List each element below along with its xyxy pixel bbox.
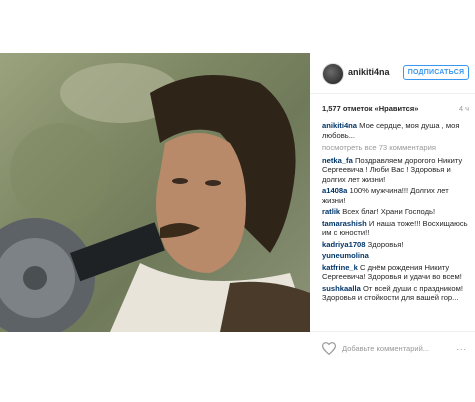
comment: tamarashish И наша тоже!!! Восхищаюсь им… (322, 219, 468, 238)
more-options-icon[interactable]: ... (456, 342, 467, 352)
post-header: anikiti4na ПОДПИСАТЬСЯ (310, 53, 475, 94)
comment-text: Здоровья! (367, 239, 404, 249)
comment: netka_fa Поздравляем дорогого Никиту Сер… (322, 156, 468, 185)
comment: kadriya1708 Здоровья! (322, 240, 468, 250)
comment-user[interactable]: anikiti4na (322, 121, 357, 130)
comment-user[interactable]: yuneumolina (322, 251, 369, 260)
comment-user[interactable]: tamarashish (322, 219, 367, 228)
comment-user[interactable]: ratlik (322, 207, 340, 216)
comment: anikiti4na Мое сердце, моя душа , моя лю… (322, 121, 468, 140)
comment-user[interactable]: katfrine_k (322, 263, 358, 272)
comment-user[interactable]: kadriya1708 (322, 240, 366, 249)
bottom-bar (0, 332, 310, 402)
comment-text: Всех благ! Храни Господь! (342, 207, 436, 216)
post-time: 4 ч (458, 104, 469, 113)
comment-user[interactable]: netka_fa (322, 156, 353, 165)
comment-user[interactable]: a1408a (322, 186, 347, 195)
post-username[interactable]: anikiti4na (348, 67, 390, 77)
avatar[interactable] (322, 63, 344, 85)
post-side-panel: anikiti4na ПОДПИСАТЬСЯ 1,577 отметок «Нр… (310, 53, 475, 402)
follow-button[interactable]: ПОДПИСАТЬСЯ (403, 65, 469, 80)
add-comment-input[interactable]: Добавьте комментарий... (342, 344, 429, 353)
photo-illustration (0, 63, 310, 332)
comment: a1408a 100% мужчина!!! Долгих лет жизни! (322, 186, 468, 205)
likes-count[interactable]: 1,577 отметок «Нравится» (322, 104, 472, 113)
comment-user[interactable]: sushkaalla (322, 284, 361, 293)
post-photo[interactable] (0, 53, 310, 332)
heart-icon[interactable] (321, 342, 337, 360)
comment: katfrine_k С днём рождения Никиту Сергее… (322, 263, 468, 282)
comment: sushkaalla От всей души с праздником! Зд… (322, 284, 468, 303)
comment: yuneumolina (322, 251, 468, 261)
comment: ratlik Всех благ! Храни Господь! (322, 207, 468, 217)
comment-footer: Добавьте комментарий... ... (310, 331, 475, 376)
view-all-comments-link[interactable]: посмотреть все 73 комментария (322, 143, 468, 153)
top-bar (0, 0, 475, 53)
comments-list: anikiti4na Мое сердце, моя душа , моя лю… (322, 121, 468, 305)
